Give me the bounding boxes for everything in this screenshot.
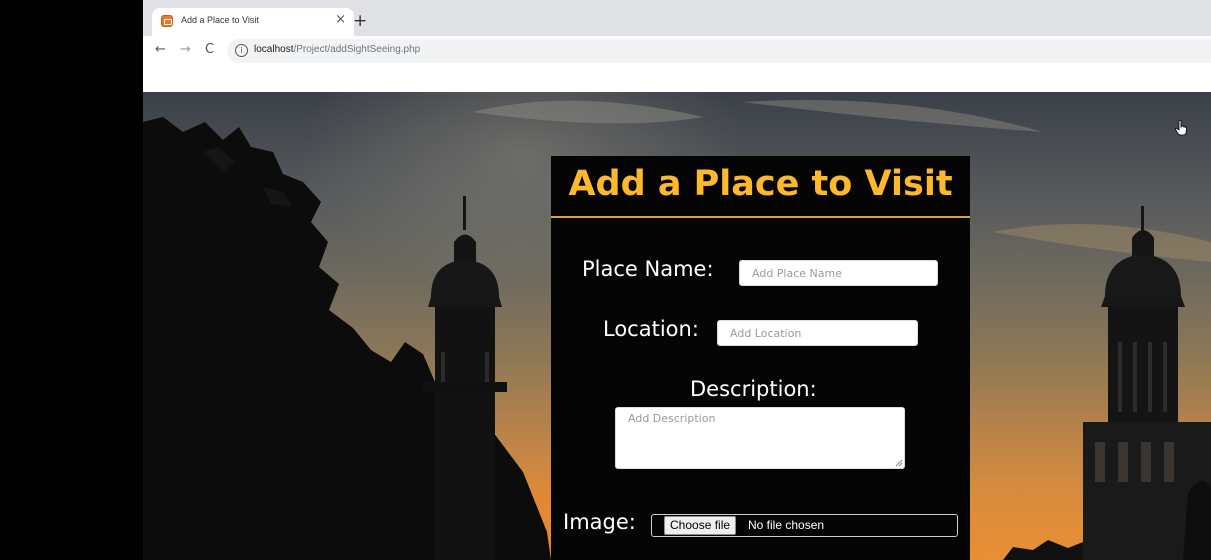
forward-button[interactable]: →: [180, 42, 191, 58]
location-label: Location:: [603, 317, 699, 341]
close-icon[interactable]: ×: [335, 12, 346, 28]
description-textarea[interactable]: [615, 407, 905, 469]
reload-button[interactable]: C: [205, 42, 214, 58]
form-title: Add a Place to Visit: [568, 164, 953, 204]
image-label: Image:: [563, 510, 636, 534]
back-button[interactable]: ←: [155, 42, 166, 58]
title-divider: [551, 216, 970, 218]
place-name-label: Place Name:: [582, 257, 714, 281]
image-file-input[interactable]: Choose file No file chosen: [651, 514, 958, 537]
location-input[interactable]: [717, 320, 918, 346]
resize-grip-icon[interactable]: [895, 459, 903, 467]
page-viewport: Add a Place to Visit Place Name: Locatio…: [143, 92, 1211, 560]
address-bar[interactable]: i localhost/Project/addSightSeeing.php: [227, 39, 1211, 63]
description-label: Description:: [690, 377, 817, 401]
browser-app-icon: [161, 15, 173, 27]
info-icon[interactable]: i: [235, 44, 248, 57]
tab-title: Add a Place to Visit: [181, 15, 259, 25]
add-place-form: Add a Place to Visit Place Name: Locatio…: [551, 156, 970, 560]
url-text: localhost/Project/addSightSeeing.php: [254, 44, 420, 55]
file-status-text: No file chosen: [748, 518, 825, 532]
browser-tab[interactable]: Add a Place to Visit ×: [152, 8, 354, 36]
choose-file-button[interactable]: Choose file: [664, 516, 737, 535]
place-name-input[interactable]: [739, 260, 938, 286]
browser-window: Add a Place to Visit × + ← → C i localho…: [143, 0, 1211, 560]
left-black-margin: [0, 0, 143, 560]
url-path: /Project/addSightSeeing.php: [293, 44, 421, 55]
tab-strip: Add a Place to Visit × +: [143, 0, 1211, 36]
url-host: localhost: [254, 44, 294, 55]
new-tab-button[interactable]: +: [353, 12, 367, 30]
hand-cursor-icon: [1175, 120, 1187, 136]
browser-toolbar: ← → C i localhost/Project/addSightSeeing…: [143, 36, 1211, 66]
